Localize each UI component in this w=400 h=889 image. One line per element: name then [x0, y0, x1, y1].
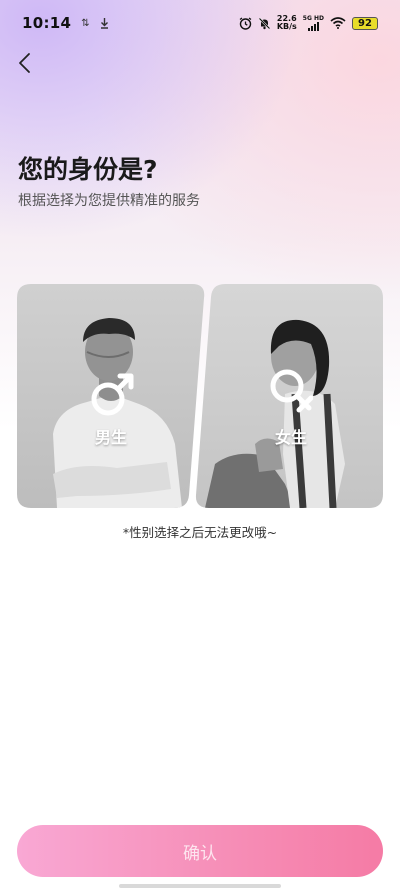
gender-notice: *性别选择之后无法更改哦~ — [122, 525, 278, 540]
female-label: 女生 — [275, 428, 308, 447]
female-symbol-icon — [267, 366, 313, 420]
male-label: 男生 — [95, 428, 128, 447]
status-time: 10:14 — [22, 14, 72, 32]
back-button[interactable] — [12, 50, 36, 76]
network-label: 5G HD — [302, 15, 324, 22]
male-option-card[interactable]: 男生 — [17, 284, 206, 508]
mobile-network: 5G HD — [303, 15, 324, 31]
speed-unit: KB/s — [276, 22, 297, 31]
female-option-card[interactable]: 女生 — [195, 284, 383, 508]
chevron-left-icon — [19, 53, 30, 73]
download-icon — [100, 17, 108, 29]
battery-indicator: 92 — [352, 16, 378, 30]
male-symbol-icon — [87, 368, 139, 420]
confirm-button[interactable]: 确认 — [17, 825, 383, 877]
page-subtitle: 根据选择为您提供精准的服务 — [18, 193, 200, 209]
alarm-icon — [239, 16, 252, 30]
mute-bell-icon — [258, 17, 271, 29]
page-title: 您的身份是? — [18, 155, 158, 184]
network-speed: 22.6 KB/s — [277, 15, 297, 31]
data-transfer-icon: ⇅ — [81, 17, 90, 29]
home-indicator — [119, 884, 281, 888]
signal-icon — [307, 22, 319, 31]
status-bar: 10:14 ⇅ 22.6 KB/s 5G HD 92 — [0, 0, 400, 46]
wifi-icon — [330, 17, 346, 29]
